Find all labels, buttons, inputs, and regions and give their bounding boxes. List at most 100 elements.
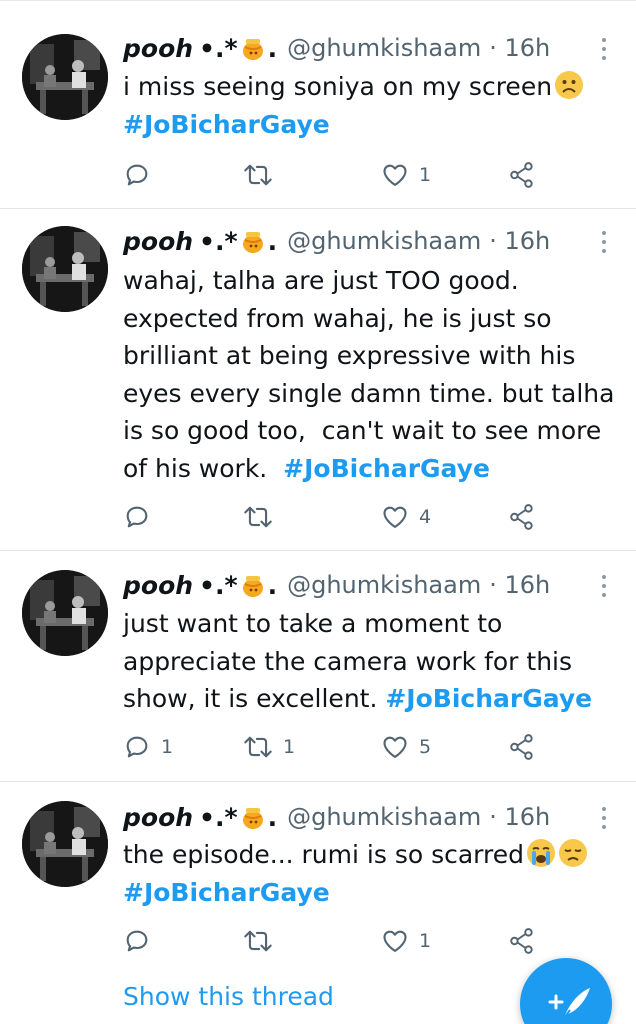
share-button[interactable] xyxy=(509,924,535,958)
display-name[interactable]: pooh xyxy=(123,34,193,63)
honey-pot-emoji-icon xyxy=(242,576,263,597)
like-count: 1 xyxy=(419,930,432,952)
heart-icon xyxy=(383,736,407,758)
avatar-image xyxy=(22,570,108,656)
like-button[interactable]: 1 xyxy=(381,924,431,958)
tweet-body: i miss seeing soniya on my screen #JoBic… xyxy=(123,68,623,143)
display-name[interactable]: pooh xyxy=(123,803,193,832)
retweet-icon xyxy=(244,506,272,528)
name-tail: . xyxy=(267,33,278,63)
display-name[interactable]: pooh xyxy=(123,571,193,600)
reply-count: 1 xyxy=(161,736,174,758)
avatar-image xyxy=(22,226,108,312)
timestamp[interactable]: · 16h xyxy=(489,571,550,599)
like-button[interactable]: 1 xyxy=(381,158,431,192)
retweet-button[interactable] xyxy=(243,500,283,534)
handle[interactable]: @ghumkishaam xyxy=(287,571,481,599)
retweet-icon xyxy=(244,736,272,758)
handle[interactable]: @ghumkishaam xyxy=(287,803,481,831)
avatar[interactable] xyxy=(22,34,108,120)
like-button[interactable]: 5 xyxy=(381,730,431,764)
name-decoration: •.* xyxy=(199,802,238,832)
tweet-divider xyxy=(0,781,636,782)
reply-icon xyxy=(126,736,148,758)
honey-pot-emoji-icon xyxy=(242,232,263,253)
avatar[interactable] xyxy=(22,801,108,887)
tweet-body: the episode... rumi is so scarred #JoBic… xyxy=(123,836,623,911)
like-button[interactable]: 4 xyxy=(381,500,431,534)
avatar[interactable] xyxy=(22,226,108,312)
name-decoration: •.* xyxy=(199,570,238,600)
compose-tweet-icon xyxy=(548,988,590,1022)
name-decoration: •.* xyxy=(199,33,238,63)
tweet-body: wahaj, talha are just TOO good. expected… xyxy=(123,262,623,487)
compose-tweet-button[interactable] xyxy=(520,958,612,1024)
more-icon[interactable] xyxy=(598,805,610,831)
more-icon[interactable] xyxy=(598,229,610,255)
reply-button[interactable] xyxy=(123,924,161,958)
reply-button[interactable] xyxy=(123,500,161,534)
tweet-header: pooh •.* . @ghumkishaam · 16h xyxy=(123,31,550,65)
hashtag-link[interactable]: #JoBicharGaye xyxy=(123,878,330,907)
more-icon[interactable] xyxy=(598,573,610,599)
hashtag-link[interactable]: #JoBicharGaye xyxy=(283,454,490,483)
disappointed-face-emoji-icon xyxy=(559,839,587,867)
timestamp[interactable]: · 16h xyxy=(489,803,550,831)
like-count: 1 xyxy=(419,164,432,186)
timestamp[interactable]: · 16h xyxy=(489,227,550,255)
display-name[interactable]: pooh xyxy=(123,227,193,256)
avatar-image xyxy=(22,34,108,120)
name-tail: . xyxy=(267,802,278,832)
reply-button[interactable]: 1 xyxy=(123,730,173,764)
show-thread-link[interactable]: Show this thread xyxy=(123,982,334,1011)
heart-icon xyxy=(383,930,407,952)
heart-icon xyxy=(383,506,407,528)
tweet-header: pooh •.* . @ghumkishaam · 16h xyxy=(123,800,550,834)
slightly-frowning-face-emoji-icon xyxy=(555,71,584,99)
share-icon xyxy=(510,734,533,760)
retweet-icon xyxy=(244,164,272,186)
reply-icon xyxy=(126,930,148,952)
tweet-actions: 4 xyxy=(123,500,543,534)
hashtag-link[interactable]: #JoBicharGaye xyxy=(123,110,330,139)
avatar[interactable] xyxy=(22,570,108,656)
share-button[interactable] xyxy=(509,500,535,534)
hashtag-link[interactable]: #JoBicharGaye xyxy=(385,684,592,713)
handle[interactable]: @ghumkishaam xyxy=(287,227,481,255)
timestamp[interactable]: · 16h xyxy=(489,34,550,62)
tweet-header: pooh •.* . @ghumkishaam · 16h xyxy=(123,224,550,258)
tweet-divider xyxy=(0,208,636,209)
share-icon xyxy=(510,162,533,188)
tweet-divider xyxy=(0,550,636,551)
heart-icon xyxy=(383,164,407,186)
tweet-text: wahaj, talha are just TOO good. expected… xyxy=(123,266,615,483)
retweet-count: 1 xyxy=(283,736,296,758)
retweet-button[interactable] xyxy=(243,924,283,958)
honey-pot-emoji-icon xyxy=(242,808,263,829)
tweet-text: the episode... rumi is so scarred xyxy=(123,840,524,869)
like-count: 5 xyxy=(419,736,432,758)
retweet-button[interactable] xyxy=(243,158,283,192)
reply-icon xyxy=(126,164,148,186)
name-decoration: •.* xyxy=(199,226,238,256)
tweet-text: i miss seeing soniya on my screen xyxy=(123,72,553,101)
share-icon xyxy=(510,928,533,954)
tweet-actions: 1 xyxy=(123,924,543,958)
handle[interactable]: @ghumkishaam xyxy=(287,34,481,62)
like-count: 4 xyxy=(419,506,432,528)
reply-button[interactable] xyxy=(123,158,161,192)
share-icon xyxy=(510,504,533,530)
name-tail: . xyxy=(267,570,278,600)
tweet-actions: 1 1 5 xyxy=(123,730,543,764)
retweet-icon xyxy=(244,930,272,952)
honey-pot-emoji-icon xyxy=(242,39,263,60)
share-button[interactable] xyxy=(509,158,535,192)
more-icon[interactable] xyxy=(598,36,610,62)
share-button[interactable] xyxy=(509,730,535,764)
avatar-image xyxy=(22,801,108,887)
tweet-actions: 1 xyxy=(123,158,543,192)
tweet-body: just want to take a moment to appreciate… xyxy=(123,605,623,718)
retweet-button[interactable]: 1 xyxy=(243,730,295,764)
reply-icon xyxy=(126,506,148,528)
name-tail: . xyxy=(267,226,278,256)
